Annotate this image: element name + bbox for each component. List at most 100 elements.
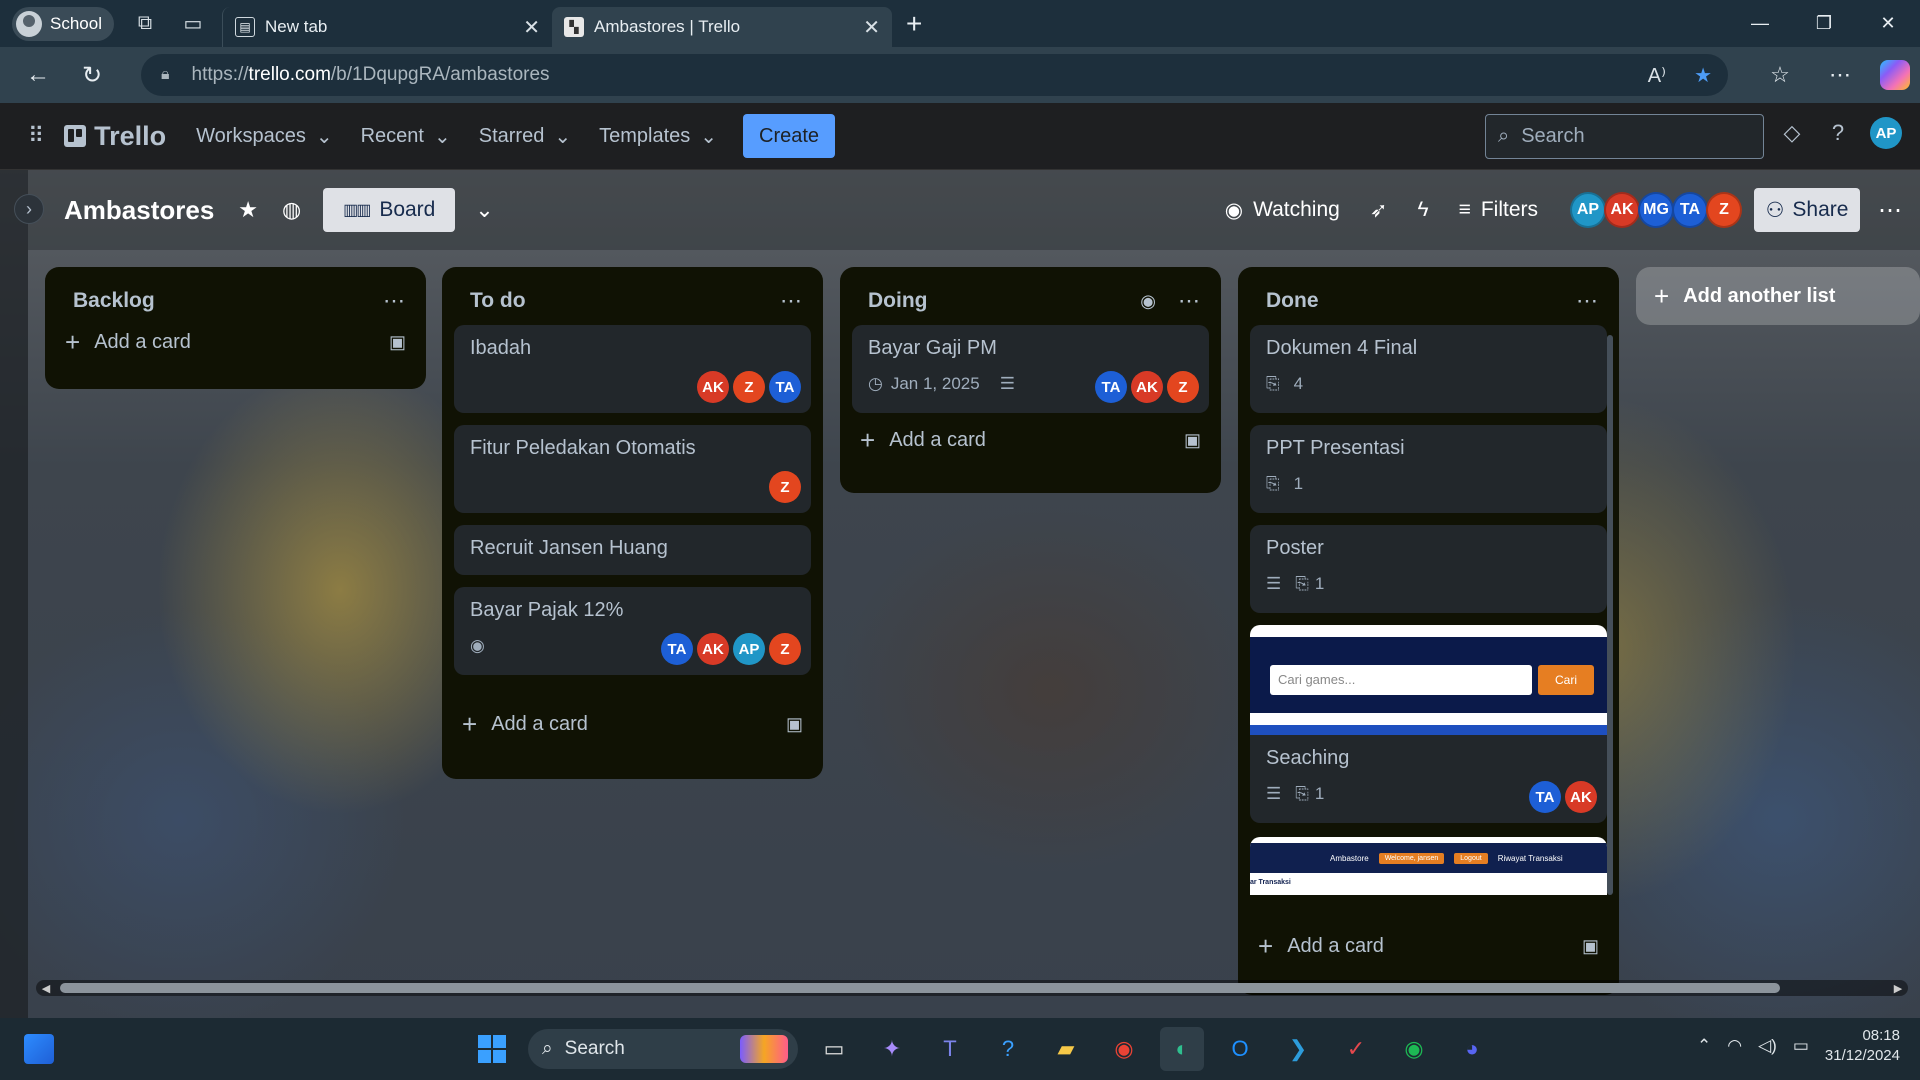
outlook-icon[interactable]: O: [1218, 1027, 1262, 1071]
visibility-globe-icon[interactable]: ◍: [282, 197, 301, 223]
card-seaching[interactable]: Seaching ☰ ⎘ 1 TA AK: [1250, 735, 1607, 823]
list-title[interactable]: Doing: [868, 289, 1140, 313]
nav-workspaces[interactable]: Workspaces ⌄: [182, 124, 346, 149]
favorites-icon[interactable]: ☆: [1760, 62, 1800, 88]
list-menu-icon[interactable]: ⋯: [1178, 288, 1201, 314]
teams-icon[interactable]: T: [928, 1027, 972, 1071]
card-template-icon[interactable]: ▣: [1184, 430, 1201, 451]
trello-logo[interactable]: Trello: [64, 121, 166, 152]
refresh-icon[interactable]: ↻: [70, 53, 114, 97]
spotify-icon[interactable]: ◉: [1392, 1027, 1436, 1071]
card-ppt-presentasi[interactable]: PPT Presentasi ⎘ 1: [1250, 425, 1607, 513]
taskbar-search[interactable]: ⌕ Search: [528, 1029, 798, 1069]
app-switcher-icon[interactable]: ⠿: [28, 123, 44, 149]
vscode-icon[interactable]: ❯: [1276, 1027, 1320, 1071]
notifications-icon[interactable]: ◇: [1778, 120, 1806, 146]
edge-icon[interactable]: ◐: [1160, 1027, 1204, 1071]
watching-button[interactable]: ◉ Watching: [1225, 198, 1340, 223]
discord-icon[interactable]: ◕: [1450, 1027, 1494, 1071]
automation-button[interactable]: ϟ: [1417, 198, 1428, 222]
member-avatar[interactable]: AP: [1570, 192, 1606, 228]
scroll-right-icon[interactable]: ▶: [1890, 980, 1906, 996]
chevron-up-icon[interactable]: ⌃: [1697, 1036, 1711, 1056]
widgets-icon[interactable]: [24, 1034, 54, 1064]
card-cover-image[interactable]: Ambastore Welcome, jansen Logout Riwayat…: [1250, 837, 1607, 895]
card-ibadah[interactable]: Ibadah AK Z TA: [454, 325, 811, 413]
nav-templates[interactable]: Templates ⌄: [585, 124, 731, 149]
more-menu-icon[interactable]: ⋯: [1820, 62, 1860, 88]
lock-icon[interactable]: 🔒︎: [161, 66, 170, 84]
start-windows-icon[interactable]: [470, 1027, 514, 1071]
vertical-tabs-icon[interactable]: ▭: [176, 7, 210, 41]
member-avatar[interactable]: MG: [1638, 192, 1674, 228]
profile-button[interactable]: School: [12, 6, 114, 41]
scrollbar-thumb[interactable]: [60, 983, 1780, 993]
address-bar[interactable]: 🔒︎ https:// trello.com /b/1DqupgRA/ambas…: [141, 54, 1728, 96]
add-another-list-button[interactable]: + Add another list: [1636, 267, 1920, 325]
add-card-button[interactable]: + Add a card ▣: [65, 327, 406, 358]
card-dokumen-final[interactable]: Dokumen 4 Final ⎘ 4: [1250, 325, 1607, 413]
list-title[interactable]: Backlog: [73, 289, 383, 313]
close-icon[interactable]: ✕: [523, 15, 540, 40]
nav-recent[interactable]: Recent ⌄: [347, 124, 465, 149]
battery-icon[interactable]: ▭: [1793, 1036, 1809, 1056]
clock[interactable]: 08:18 31/12/2024: [1825, 1026, 1900, 1066]
read-aloud-icon[interactable]: A⁾: [1648, 63, 1666, 88]
card-fitur-peledakan[interactable]: Fitur Peledakan Otomatis Z: [454, 425, 811, 513]
help-icon[interactable]: ?: [1824, 120, 1852, 146]
user-avatar[interactable]: AP: [1870, 117, 1902, 149]
close-icon[interactable]: ✕: [863, 15, 880, 40]
close-window-icon[interactable]: ✕: [1856, 0, 1920, 47]
create-button[interactable]: Create: [743, 114, 836, 158]
card-template-icon[interactable]: ▣: [1582, 936, 1599, 957]
expand-sidebar-icon[interactable]: ›: [14, 194, 44, 224]
search-input[interactable]: ⌕ Search: [1485, 114, 1764, 159]
task-view-icon[interactable]: ▭: [812, 1027, 856, 1071]
add-card-button[interactable]: + Add a card ▣: [860, 425, 1201, 456]
minimize-icon[interactable]: —: [1728, 0, 1792, 47]
card-poster[interactable]: Poster ☰ ⎘ 1: [1250, 525, 1607, 613]
list-menu-icon[interactable]: ⋯: [1576, 288, 1599, 314]
chevron-down-icon[interactable]: ⌄: [475, 197, 493, 223]
star-icon[interactable]: ★: [238, 197, 258, 223]
member-avatar[interactable]: AK: [1604, 192, 1640, 228]
nav-starred[interactable]: Starred ⌄: [465, 124, 585, 149]
member-avatar[interactable]: Z: [1706, 192, 1742, 228]
card-template-icon[interactable]: ▣: [389, 332, 406, 353]
capcut-icon[interactable]: ✓: [1334, 1027, 1378, 1071]
get-help-icon[interactable]: ?: [986, 1027, 1030, 1071]
favorite-star-icon[interactable]: ★: [1694, 63, 1712, 88]
card-bayar-gaji[interactable]: Bayar Gaji PM ◷ Jan 1, 2025 ☰ TA AK Z: [852, 325, 1209, 413]
card-bayar-pajak[interactable]: Bayar Pajak 12% ◉ TA AK AP Z: [454, 587, 811, 675]
list-scrollbar[interactable]: [1607, 335, 1613, 895]
member-avatar[interactable]: TA: [1672, 192, 1708, 228]
tab-new-tab[interactable]: ▤ New tab ✕: [221, 7, 552, 47]
board-title[interactable]: Ambastores: [64, 195, 214, 226]
new-tab-plus-icon[interactable]: +: [906, 8, 922, 40]
power-ups-button[interactable]: ➶: [1370, 198, 1388, 223]
list-menu-icon[interactable]: ⋯: [780, 288, 803, 314]
board-menu-icon[interactable]: ⋯: [1878, 196, 1902, 225]
file-explorer-icon[interactable]: ▰: [1044, 1027, 1088, 1071]
share-button[interactable]: ⚇ Share: [1754, 188, 1860, 232]
wifi-icon[interactable]: ◠: [1727, 1036, 1742, 1056]
board-view-button[interactable]: ▥▥ Board: [323, 188, 456, 232]
scroll-left-icon[interactable]: ◀: [38, 980, 54, 996]
board-horizontal-scrollbar[interactable]: ◀ ▶: [36, 980, 1908, 996]
card-cover-image[interactable]: Cari games... Cari: [1250, 625, 1607, 735]
copilot-icon[interactable]: [1880, 60, 1910, 90]
filters-button[interactable]: ≡ Filters: [1459, 198, 1538, 222]
add-card-button[interactable]: + Add a card ▣: [462, 709, 803, 740]
add-card-button[interactable]: + Add a card ▣: [1258, 931, 1599, 962]
copilot-taskbar-icon[interactable]: ✦: [870, 1027, 914, 1071]
list-title[interactable]: Done: [1266, 289, 1576, 313]
chrome-icon[interactable]: ◉: [1102, 1027, 1146, 1071]
card-template-icon[interactable]: ▣: [786, 714, 803, 735]
workspaces-icon[interactable]: ⧉: [128, 7, 162, 41]
tab-trello[interactable]: ▚ Ambastores | Trello ✕: [551, 7, 892, 47]
list-title[interactable]: To do: [470, 289, 780, 313]
restore-icon[interactable]: ❐: [1792, 0, 1856, 47]
volume-icon[interactable]: ◁): [1758, 1036, 1777, 1056]
back-icon[interactable]: ←: [16, 53, 60, 97]
list-menu-icon[interactable]: ⋯: [383, 288, 406, 314]
